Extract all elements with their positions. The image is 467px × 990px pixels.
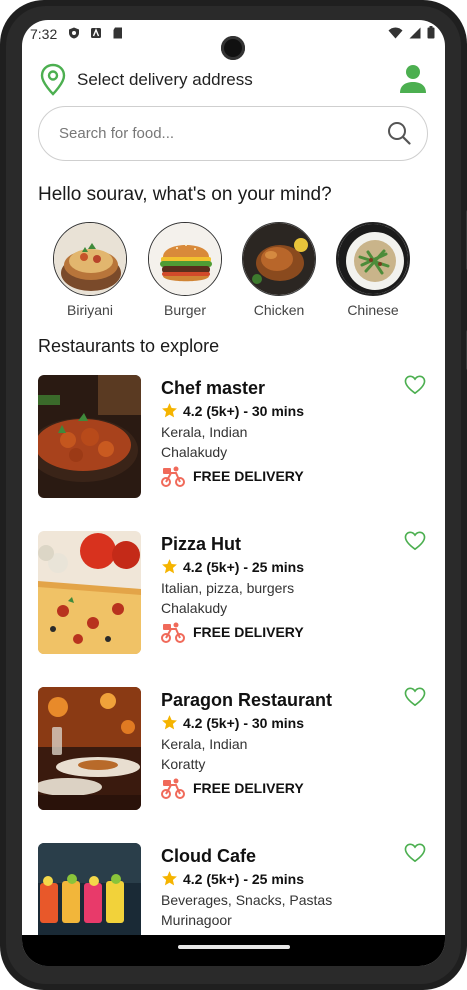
category-biriyani[interactable]: Biriyani: [50, 222, 130, 318]
category-chinese[interactable]: Chinese: [333, 222, 413, 318]
category-chicken[interactable]: Chicken: [239, 222, 319, 318]
greeting-heading: Hello sourav, what's on your mind?: [38, 184, 332, 205]
phone-frame: 7:32 Select delivery address Search for …: [0, 0, 467, 990]
restaurant-name: Pizza Hut: [161, 534, 242, 554]
favorite-heart-icon[interactable]: [404, 531, 426, 551]
delivery-text: FREE DELIVERY: [193, 468, 304, 484]
restaurant-rating: 4.2 (5k+) - 30 mins: [161, 402, 304, 419]
category-label: Chicken: [253, 302, 305, 318]
restaurant-name: Cloud Cafe: [161, 846, 257, 866]
delivery-scooter-icon: [161, 466, 185, 487]
category-burger[interactable]: Burger: [145, 222, 225, 318]
status-indicators: [388, 26, 435, 39]
category-image: [53, 222, 127, 296]
delivery-scooter-icon: [161, 778, 185, 799]
star-icon: [162, 559, 177, 574]
restaurant-image: [38, 531, 141, 654]
restaurant-cuisine: Beverages, Snacks, Pastas: [161, 892, 333, 908]
restaurant-cuisine: Kerala, Indian: [161, 424, 248, 440]
restaurant-cuisine: Kerala, Indian: [161, 736, 248, 752]
category-list: Biriyani Burger Chicken Chinese: [22, 222, 445, 322]
star-icon: [162, 715, 177, 730]
restaurant-rating: 4.2 (5k+) - 30 mins: [161, 714, 304, 731]
restaurants-section-title: Restaurants to explore: [38, 336, 220, 356]
rating-text: 4.2 (5k+) - 30 mins: [183, 402, 305, 419]
app-screen: 7:32 Select delivery address Search for …: [22, 20, 445, 966]
restaurant-card[interactable]: Chef master 4.2 (5k+) - 30 mins Kerala, …: [38, 375, 430, 499]
delivery-badge: FREE DELIVERY: [161, 777, 304, 799]
restaurant-cuisine: Italian, pizza, burgers: [161, 580, 295, 596]
rating-text: 4.2 (5k+) - 25 mins: [183, 558, 305, 575]
favorite-heart-icon[interactable]: [404, 687, 426, 707]
restaurant-rating: 4.2 (5k+) - 25 mins: [161, 870, 304, 887]
signal-icon: [409, 27, 421, 38]
delivery-badge: FREE DELIVERY: [161, 621, 304, 643]
star-icon: [162, 403, 177, 418]
restaurant-image: [38, 687, 141, 810]
app-notification-icon: [91, 28, 101, 38]
favorite-heart-icon[interactable]: [404, 375, 426, 395]
delivery-text: FREE DELIVERY: [193, 780, 304, 796]
front-camera: [221, 36, 245, 60]
category-label: Chinese: [347, 302, 399, 318]
restaurant-name: Paragon Restaurant: [161, 690, 333, 710]
star-icon: [162, 871, 177, 886]
rating-text: 4.2 (5k+) - 30 mins: [183, 714, 305, 731]
restaurant-image: [38, 375, 141, 498]
location-pin-icon[interactable]: [39, 63, 67, 97]
system-navigation-bar: [22, 935, 445, 966]
home-gesture-handle[interactable]: [178, 945, 290, 949]
restaurant-name: Chef master: [161, 378, 266, 398]
delivery-address-selector[interactable]: Select delivery address: [77, 70, 253, 90]
category-image: [148, 222, 222, 296]
favorite-heart-icon[interactable]: [404, 843, 426, 863]
restaurant-area: Murinagoor: [161, 912, 232, 928]
delivery-scooter-icon: [161, 622, 185, 643]
restaurant-area: Koratty: [161, 756, 206, 772]
restaurant-rating: 4.2 (5k+) - 25 mins: [161, 558, 304, 575]
search-icon[interactable]: [387, 121, 411, 145]
restaurant-area: Chalakudy: [161, 444, 228, 460]
category-image: [242, 222, 316, 296]
delivery-badge: FREE DELIVERY: [161, 465, 304, 487]
search-input[interactable]: [59, 107, 379, 160]
profile-icon[interactable]: [399, 64, 427, 94]
search-bar[interactable]: [38, 106, 428, 161]
battery-icon: [427, 26, 435, 39]
sd-card-icon: [113, 27, 122, 39]
restaurant-card[interactable]: Pizza Hut 4.2 (5k+) - 25 mins Italian, p…: [38, 531, 430, 655]
restaurant-area: Chalakudy: [161, 600, 228, 616]
wifi-icon: [388, 27, 403, 38]
delivery-text: FREE DELIVERY: [193, 624, 304, 640]
shield-icon: [69, 27, 79, 39]
rating-text: 4.2 (5k+) - 25 mins: [183, 870, 305, 887]
restaurant-card[interactable]: Paragon Restaurant 4.2 (5k+) - 30 mins K…: [38, 687, 430, 811]
app-header: Select delivery address: [22, 60, 445, 100]
category-image: [336, 222, 410, 296]
status-bar: 7:32: [22, 20, 445, 60]
category-label: Biriyani: [67, 302, 113, 318]
category-label: Burger: [163, 302, 207, 318]
status-time: 7:32: [30, 26, 58, 42]
